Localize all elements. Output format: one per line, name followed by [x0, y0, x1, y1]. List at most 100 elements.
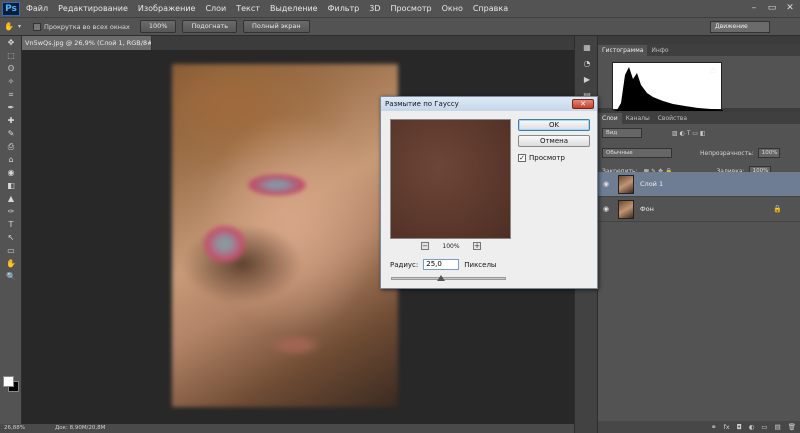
menu-image[interactable]: Изображение [138, 4, 196, 13]
eye-icon[interactable]: ◉ [598, 205, 614, 213]
eraser-tool-icon[interactable]: ◉ [0, 166, 22, 179]
pen-tool-icon[interactable]: ✑ [0, 205, 22, 218]
radius-slider-knob[interactable] [437, 275, 446, 281]
layer-row-layer1[interactable]: ◉ Слой 1 [598, 172, 800, 197]
scroll-all-windows-checkbox[interactable] [33, 22, 42, 31]
add-mask-icon[interactable]: ◘ [737, 423, 742, 431]
menu-help[interactable]: Справка [473, 4, 508, 13]
document-tab[interactable]: Vn5wQs.jpg @ 26,9% (Слой 1, RGB/8#) * [22, 36, 152, 50]
layers-footer: ⚭ fx ◘ ◐ ▭ ▤ 🗑 [598, 421, 800, 433]
close-window-icon[interactable]: ✕ [784, 2, 796, 14]
gradient-tool-icon[interactable]: ◧ [0, 179, 22, 192]
tab-histogram[interactable]: Гистограмма [598, 45, 648, 56]
layer-name[interactable]: Слой 1 [640, 180, 663, 188]
menu-edit[interactable]: Редактирование [58, 4, 128, 13]
radius-row: Радиус: 25,0 Пикселы [390, 259, 496, 270]
histogram-shape [613, 67, 723, 111]
layer-name[interactable]: Фон [640, 205, 654, 213]
restore-icon[interactable]: ▭ [766, 2, 778, 14]
adjustment-layer-icon[interactable]: ◐ [749, 423, 755, 431]
cancel-button[interactable]: Отмена [518, 135, 590, 147]
history-icon[interactable]: ▦ [575, 40, 599, 56]
move-tool-icon[interactable]: ✥ [0, 36, 22, 49]
scroll-all-windows-label: Прокрутка во всех окнах [44, 22, 130, 31]
zoom-in-button[interactable]: + [473, 242, 481, 250]
photoshop-window: Ps Файл Редактирование Изображение Слои … [0, 0, 800, 433]
menu-file[interactable]: Файл [26, 4, 48, 13]
ok-button[interactable]: OK [518, 119, 590, 131]
menu-filter[interactable]: Фильтр [328, 4, 360, 13]
preview-zoom-label: 100% [442, 242, 460, 250]
radius-label: Радиус: [390, 260, 419, 269]
radius-slider[interactable] [391, 275, 506, 281]
status-doc-size: Док: 8,90M/20,8M [54, 425, 106, 431]
menu-layers[interactable]: Слои [205, 4, 226, 13]
eye-icon[interactable]: ◉ [598, 180, 614, 188]
opacity-input[interactable]: 100% [757, 148, 780, 158]
hand-tool-panel-icon[interactable]: ✋ [0, 257, 22, 270]
tab-info[interactable]: Инфо [647, 45, 672, 56]
layer-style-icon[interactable]: fx [723, 423, 729, 431]
radius-input[interactable]: 25,0 [423, 259, 460, 270]
hand-tool-icon[interactable]: ✋ [0, 20, 18, 33]
fit-screen-button[interactable]: Подогнать [182, 20, 238, 33]
portrait-eye-left [247, 174, 307, 196]
lasso-tool-icon[interactable]: ʘ [0, 62, 22, 75]
path-select-tool-icon[interactable]: ↖ [0, 231, 22, 244]
fill-screen-button[interactable]: Полный экран [243, 20, 310, 33]
properties-icon[interactable]: ◔ [575, 56, 599, 72]
eyedropper-tool-icon[interactable]: ✒ [0, 101, 22, 114]
layers-panel-tabs: Слои Каналы Свойства [598, 112, 800, 124]
tool-preset-chevron-icon[interactable]: ▾ [18, 23, 21, 30]
preview-checkbox[interactable]: ✓ [518, 154, 526, 162]
dialog-close-icon[interactable]: ✕ [572, 99, 594, 109]
link-layers-icon[interactable]: ⚭ [711, 423, 716, 431]
crop-tool-icon[interactable]: ⌗ [0, 88, 22, 101]
options-bar: ✋ ▾ Прокрутка во всех окнах 100% Подогна… [0, 17, 800, 36]
layer-row-background[interactable]: ◉ Фон 🔒 [598, 197, 800, 222]
new-group-icon[interactable]: ▭ [761, 423, 767, 431]
shape-tool-icon[interactable]: ▭ [0, 244, 22, 257]
menu-window[interactable]: Окно [442, 4, 463, 13]
dialog-title: Размытие по Гауссу [381, 97, 597, 111]
status-zoom[interactable]: 26,88% [4, 424, 25, 433]
new-layer-icon[interactable]: ▤ [775, 423, 781, 431]
tab-layers[interactable]: Слои [598, 113, 622, 124]
filter-preview[interactable] [390, 119, 511, 239]
tools-panel: ✥ ⬚ ʘ ✧ ⌗ ✒ ✚ ✎ ⎙ ⌂ ◉ ◧ ▲ ✑ T ↖ ▭ ✋ 🔍 [0, 36, 22, 424]
preview-label: Просмотр [529, 154, 565, 162]
type-tool-icon[interactable]: T [0, 218, 22, 231]
menu-select[interactable]: Выделение [270, 4, 318, 13]
histogram-panel-tabs: Гистограмма Инфо [598, 44, 800, 56]
menu-bar: Ps Файл Редактирование Изображение Слои … [0, 0, 800, 17]
tab-channels[interactable]: Каналы [622, 113, 654, 124]
menu-view[interactable]: Просмотр [391, 4, 432, 13]
stamp-tool-icon[interactable]: ⎙ [0, 140, 22, 153]
tab-properties[interactable]: Свойства [654, 113, 691, 124]
histogram-panel: Гистограмма Инфо ⚠ [598, 44, 800, 111]
foreground-color-swatch[interactable] [3, 376, 14, 387]
healing-tool-icon[interactable]: ✚ [0, 114, 22, 127]
histogram-warning-icon[interactable]: ⚠ [710, 66, 717, 75]
layer-filter-kind-select[interactable]: Вид [602, 128, 642, 138]
layer-filter-icons[interactable]: ▨ ◐ T ▭ ◧ [672, 130, 706, 137]
lock-icon: 🔒 [773, 205, 782, 213]
marquee-tool-icon[interactable]: ⬚ [0, 49, 22, 62]
blend-row: Обычные Непрозрачность: 100% [598, 147, 800, 159]
menu-type[interactable]: Текст [236, 4, 260, 13]
preview-checkbox-row[interactable]: ✓ Просмотр [518, 154, 565, 162]
minimize-icon[interactable]: – [748, 2, 760, 14]
zoom-100-button[interactable]: 100% [139, 20, 177, 33]
blend-mode-select[interactable]: Обычные [602, 148, 672, 158]
zoom-tool-icon[interactable]: 🔍 [0, 270, 22, 283]
workspace-select[interactable]: Движение [710, 21, 770, 33]
brush-tool-icon[interactable]: ✎ [0, 127, 22, 140]
zoom-out-button[interactable]: − [421, 242, 429, 250]
ps-logo: Ps [2, 1, 20, 16]
menu-3d[interactable]: 3D [369, 4, 380, 13]
history-brush-tool-icon[interactable]: ⌂ [0, 153, 22, 166]
quick-select-tool-icon[interactable]: ✧ [0, 75, 22, 88]
blur-tool-icon[interactable]: ▲ [0, 192, 22, 205]
delete-layer-icon[interactable]: 🗑 [788, 423, 796, 431]
actions-icon[interactable]: ▶ [575, 72, 599, 88]
